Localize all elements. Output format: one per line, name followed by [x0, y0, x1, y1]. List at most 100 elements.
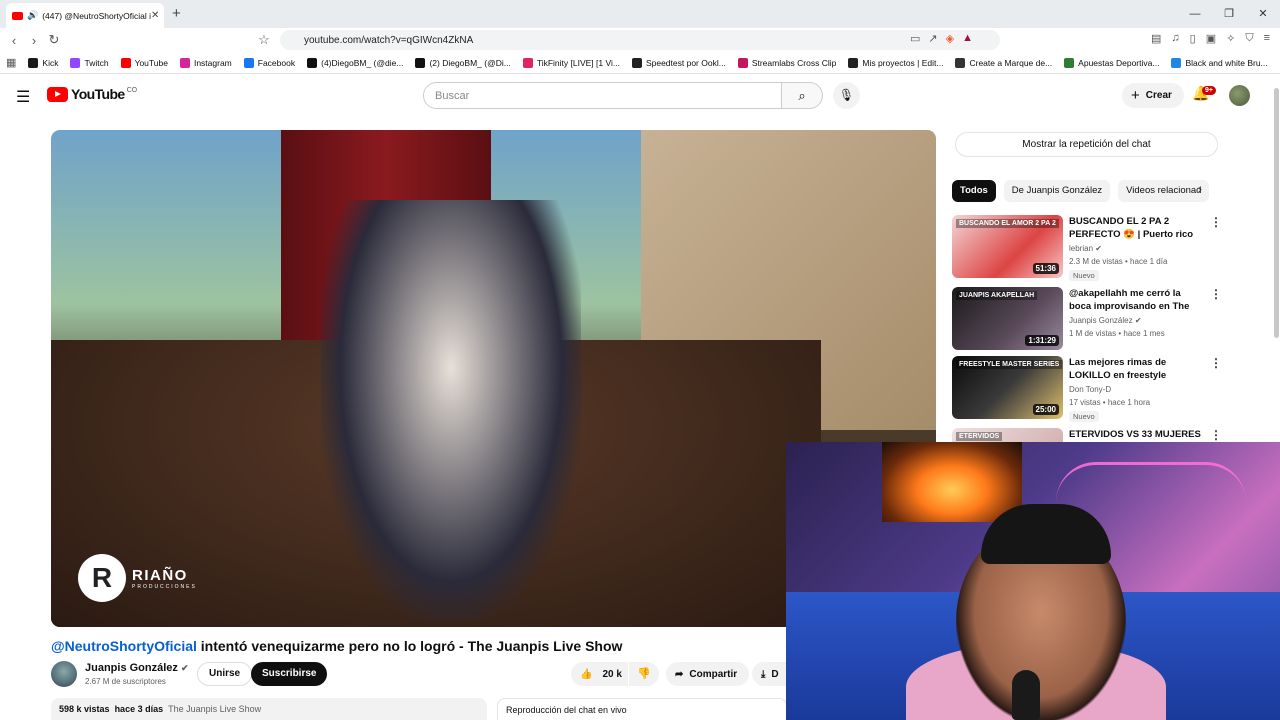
youtube-header: ☰ YouTube CO Buscar ⌕ 🎙 + Crear 🔔 9+	[0, 74, 1280, 116]
share-page-icon[interactable]: ↗	[928, 32, 937, 45]
chip-related[interactable]: Videos relacionad	[1118, 180, 1210, 202]
rec-channel[interactable]: Juanpis González ✔	[1069, 316, 1142, 325]
search-button[interactable]: ⌕	[781, 82, 823, 109]
music-icon[interactable]: ♫	[1171, 32, 1179, 45]
like-button[interactable]: 👍 20 k	[571, 662, 628, 686]
bookmark-item[interactable]: Facebook	[243, 57, 295, 68]
share-button[interactable]: ➦ Compartir	[666, 662, 750, 686]
bookmark-favicon-icon	[415, 57, 426, 68]
title-mention-link[interactable]: @NeutroShortyOficial	[51, 638, 197, 654]
bookmark-item[interactable]: Create a Marque de...	[955, 57, 1053, 68]
bookmark-item[interactable]: Black and white Bru...	[1171, 57, 1268, 68]
reader-icon[interactable]: ▯	[1190, 32, 1196, 45]
bookmark-item[interactable]: Mis proyectos | Edit...	[848, 57, 944, 68]
menu-icon[interactable]: ≡	[1264, 32, 1270, 45]
recommendation-item[interactable]: FREESTYLE MASTER SERIES 25:00 Las mejore…	[952, 356, 1222, 422]
bookmark-label: Create a Marque de...	[969, 57, 1053, 68]
back-icon[interactable]: ‹	[4, 33, 24, 48]
join-button[interactable]: Unirse	[197, 662, 253, 686]
rec-thumbnail[interactable]: FREESTYLE MASTER SERIES 25:00	[952, 356, 1063, 419]
ai-icon[interactable]: ✧	[1226, 32, 1235, 45]
dislike-button[interactable]: 👎	[629, 662, 659, 686]
bookmark-item[interactable]: Instagram	[179, 57, 232, 68]
user-avatar[interactable]	[1229, 85, 1250, 106]
download-button[interactable]: ⤓ D	[752, 662, 786, 686]
rec-title[interactable]: Las mejores rimas de LOKILLO en freestyl…	[1069, 356, 1204, 382]
vpn-icon[interactable]: ⛉	[1245, 32, 1253, 45]
rec-thumbnail[interactable]: JUANPIS AKAPELLAH 1:31:29	[952, 287, 1063, 350]
more-options-icon[interactable]: ⋮	[1210, 215, 1222, 229]
logo-text: YouTube	[71, 86, 125, 102]
bookmark-item[interactable]: Kick	[28, 57, 58, 68]
chip-from-channel[interactable]: De Juanpis González	[1003, 180, 1111, 202]
url-field[interactable]: youtube.com/watch?v=qGIWcn4ZkNA	[280, 30, 1000, 50]
speaker-icon[interactable]: 🔊	[27, 10, 38, 21]
rec-title[interactable]: ETERVIDOS VS 33 MUJERES	[1069, 428, 1204, 441]
youtube-favicon-icon	[12, 11, 23, 20]
recommendation-item[interactable]: JUANPIS AKAPELLAH 1:31:29 @akapellahh me…	[952, 287, 1222, 350]
recommendation-item[interactable]: BUSCANDO EL AMOR 2 PA 2 51:36 BUSCANDO E…	[952, 215, 1222, 281]
bookmark-item[interactable]: YouTube	[120, 57, 168, 68]
bookmark-item[interactable]: TikFinity [LIVE] [1 Vi...	[522, 57, 620, 68]
forward-icon[interactable]: ›	[24, 33, 44, 48]
rec-channel-text: Juanpis González	[1069, 316, 1133, 325]
hamburger-menu-icon[interactable]: ☰	[16, 87, 30, 107]
more-options-icon[interactable]: ⋮	[1210, 287, 1222, 301]
bookmark-item[interactable]: (4)DiegoBM_ (@die...	[307, 57, 403, 68]
bookmark-favicon-icon	[179, 57, 190, 68]
share-icon: ➦	[675, 668, 684, 680]
bookmark-item[interactable]: (2) DiegoBM_ (@Di...	[415, 57, 511, 68]
page-scrollbar[interactable]	[1274, 88, 1279, 338]
description-box[interactable]: 598 k vistas hace 3 días The Juanpis Liv…	[51, 698, 487, 720]
duration-badge: 25:00	[1032, 404, 1059, 415]
recommendation-item[interactable]: ETERVIDOS ETERVIDOS VS 33 MUJERES ⋮	[952, 428, 1222, 491]
chip-all[interactable]: Todos	[952, 180, 996, 202]
bookmark-item[interactable]: Apuestas Deportiva...	[1064, 57, 1159, 68]
close-window-button[interactable]: ✕	[1246, 0, 1280, 28]
filter-chips: Todos De Juanpis González Videos relacio…	[952, 180, 1214, 202]
bookmark-label: Mis proyectos | Edit...	[862, 57, 944, 68]
youtube-logo[interactable]: YouTube CO	[47, 86, 137, 102]
minimize-button[interactable]: —	[1178, 0, 1212, 28]
reload-icon[interactable]: ↻	[44, 32, 64, 48]
browser-tab[interactable]: 🔊 (447) @NeutroShortyOficial i ✕	[6, 3, 164, 28]
rec-channel[interactable]: Don Tony-D	[1069, 385, 1111, 394]
brave-shield-icon[interactable]: ◈	[946, 32, 954, 45]
rewards-triangle-icon[interactable]: ▲	[962, 32, 973, 45]
description-hashtag[interactable]: The Juanpis Live Show	[168, 704, 261, 714]
cast-icon[interactable]: ▭	[910, 32, 920, 45]
bookmark-item[interactable]: Speedtest por Ookl...	[631, 57, 726, 68]
thumb-caption: JUANPIS AKAPELLAH	[956, 291, 1038, 300]
wallet-icon[interactable]: ▣	[1206, 32, 1216, 45]
bookmark-item[interactable]: Twitch	[70, 57, 109, 68]
sidebar-toggle-icon[interactable]: ▤	[1151, 32, 1161, 45]
country-code: CO	[126, 86, 138, 94]
bookmark-star-icon[interactable]: ☆	[254, 32, 274, 48]
rec-thumbnail[interactable]: BUSCANDO EL AMOR 2 PA 2 51:36	[952, 215, 1063, 278]
rec-title[interactable]: BUSCANDO EL 2 PA 2 PERFECTO 😍 | Puerto ri…	[1069, 215, 1204, 242]
create-button[interactable]: + Crear	[1122, 83, 1184, 108]
new-tab-button[interactable]: +	[172, 5, 181, 22]
search-input[interactable]: Buscar	[423, 82, 782, 109]
voice-search-icon[interactable]: 🎙	[833, 82, 860, 109]
rec-title[interactable]: @akapellahh me cerró la boca improvisand…	[1069, 287, 1204, 314]
watermark-logo: R	[78, 554, 126, 602]
bookmark-item[interactable]: Streamlabs Cross Clip	[737, 57, 836, 68]
chat-replay-header[interactable]: Reproducción del chat en vivo	[497, 698, 787, 720]
more-options-icon[interactable]: ⋮	[1210, 428, 1222, 442]
bookmark-favicon-icon	[70, 57, 81, 68]
channel-avatar[interactable]	[51, 661, 77, 687]
subscribe-button[interactable]: Suscribirse	[251, 662, 328, 686]
more-options-icon[interactable]: ⋮	[1210, 356, 1222, 370]
thumb-caption: BUSCANDO EL AMOR 2 PA 2	[956, 219, 1059, 228]
show-chat-replay-button[interactable]: Mostrar la repetición del chat	[955, 132, 1218, 157]
close-tab-icon[interactable]: ✕	[151, 10, 159, 21]
title-text: intentó venequizarme pero no lo logró - …	[196, 638, 623, 654]
maximize-button[interactable]: ❐	[1212, 0, 1246, 28]
rec-channel[interactable]: lebrian ✔	[1069, 244, 1102, 253]
rec-title-line2: PERFECTO 😍 | Puerto rico	[1069, 229, 1194, 240]
apps-grid-icon[interactable]: ▦	[6, 56, 16, 69]
chevron-right-icon[interactable]: ›	[1198, 182, 1202, 196]
channel-name[interactable]: Juanpis González ✔	[85, 662, 189, 674]
rec-title-line1: BUSCANDO EL 2 PA 2	[1069, 216, 1170, 227]
